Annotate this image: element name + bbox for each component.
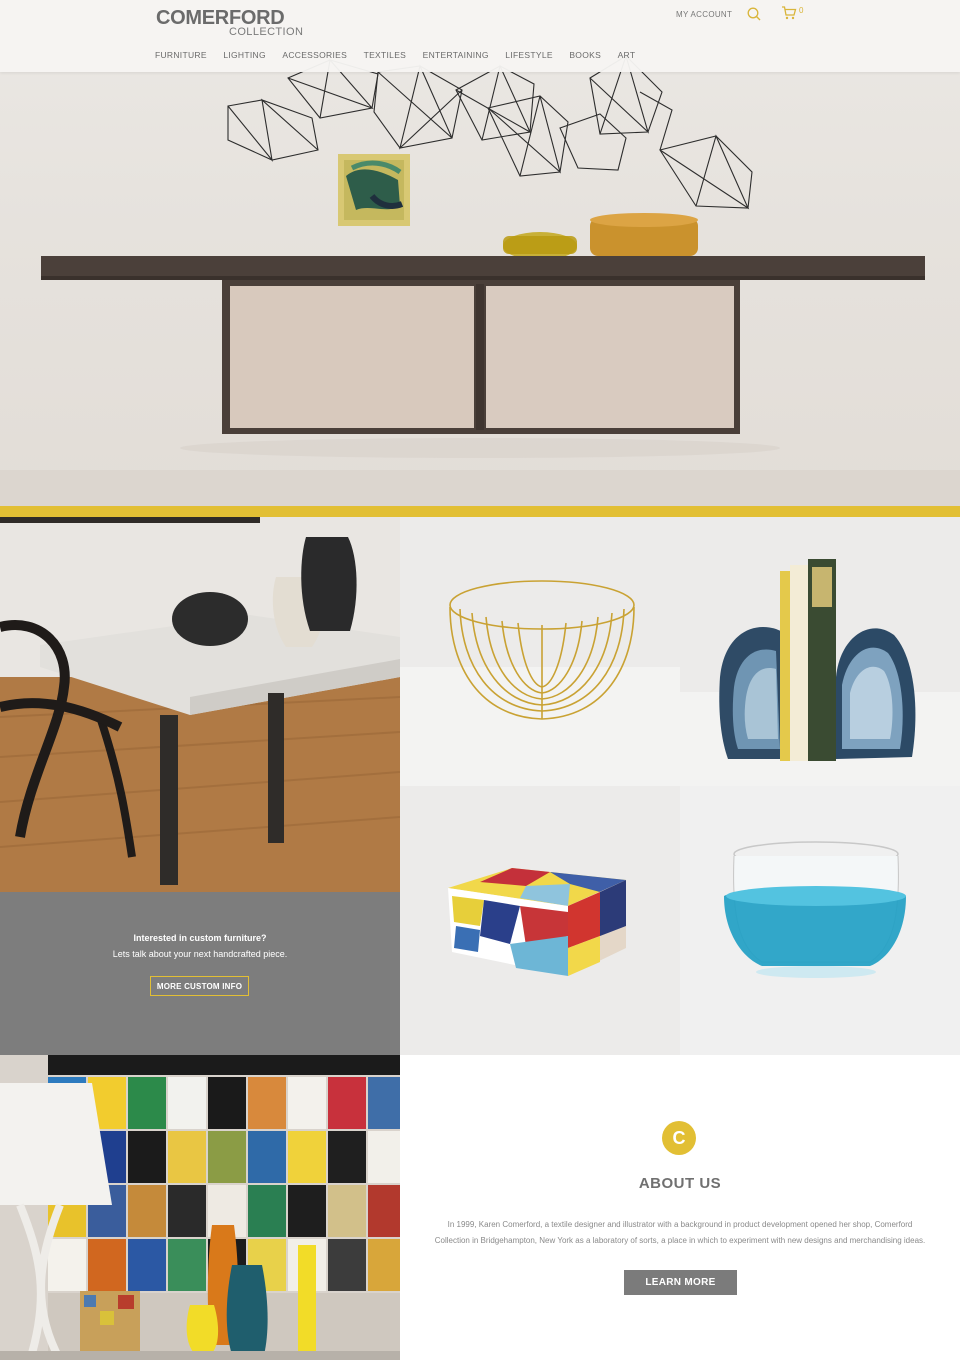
hero-image	[0, 0, 960, 506]
custom-furniture-title: Interested in custom furniture?	[133, 933, 267, 943]
about-section: C ABOUT US In 1999, Karen Comerford, a t…	[400, 1055, 960, 1360]
nav-item-art[interactable]: ART	[618, 50, 636, 60]
nav-item-entertaining[interactable]: ENTERTAINING	[423, 50, 489, 60]
site-logo[interactable]: COMERFORD COLLECTION	[156, 8, 303, 38]
dining-table-image[interactable]	[0, 517, 400, 892]
nav-item-lighting[interactable]: LIGHTING	[223, 50, 266, 60]
learn-more-button[interactable]: LEARN MORE	[624, 1270, 737, 1295]
custom-furniture-text: Lets talk about your next handcrafted pi…	[112, 949, 288, 959]
nav-item-lifestyle[interactable]: LIFESTYLE	[505, 50, 553, 60]
my-account-link[interactable]: MY ACCOUNT	[676, 10, 732, 19]
geometric-box-image[interactable]	[400, 786, 680, 1055]
nav-item-accessories[interactable]: ACCESSORIES	[282, 50, 347, 60]
wire-sculpture	[227, 54, 753, 210]
more-custom-info-button[interactable]: MORE CUSTOM INFO	[150, 976, 249, 996]
cart-button[interactable]: 0	[781, 5, 803, 21]
nav-item-textiles[interactable]: TEXTILES	[364, 50, 407, 60]
cart-icon	[782, 6, 797, 20]
cart-count: 0	[799, 6, 804, 15]
agate-bookends-image[interactable]	[680, 517, 960, 786]
custom-furniture-panel: Interested in custom furniture? Lets tal…	[0, 892, 400, 1055]
logo-sub-text: COLLECTION	[229, 26, 304, 38]
about-title: ABOUT US	[638, 1175, 722, 1192]
nav-item-furniture[interactable]: FURNITURE	[155, 50, 207, 60]
about-logo-icon: C	[662, 1121, 696, 1155]
blue-glass-bowl-image[interactable]	[680, 786, 960, 1055]
art-wall-image[interactable]	[0, 1055, 400, 1360]
main-nav: FURNITURE LIGHTING ACCESSORIES TEXTILES …	[155, 50, 652, 60]
nav-item-books[interactable]: BOOKS	[569, 50, 601, 60]
site-header: COMERFORD COLLECTION FURNITURE LIGHTING …	[0, 0, 960, 72]
accent-divider	[0, 506, 960, 517]
search-icon[interactable]	[746, 6, 762, 22]
about-text: In 1999, Karen Comerford, a textile desi…	[434, 1220, 926, 1245]
gold-wire-basket-image[interactable]	[400, 517, 680, 786]
hero-illustration	[0, 54, 960, 506]
logo-main-text: COMERFORD	[156, 7, 285, 29]
